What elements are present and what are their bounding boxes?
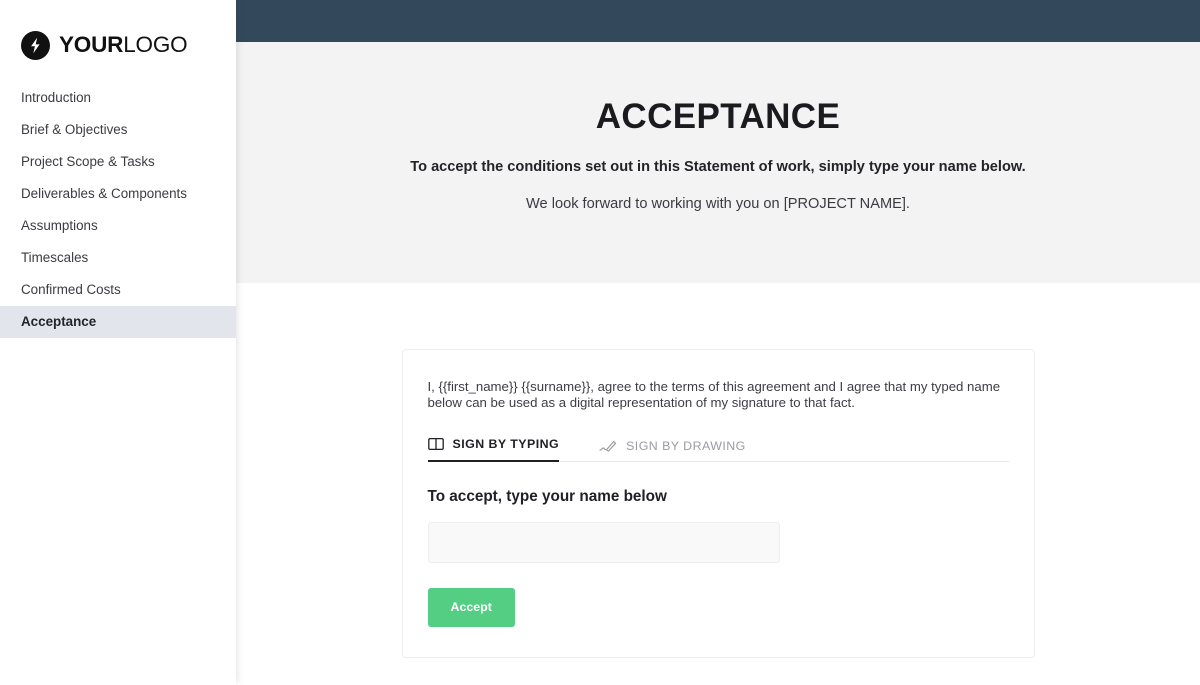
sidebar-item-timescales[interactable]: Timescales [0,242,236,274]
pen-signature-icon [599,439,617,453]
brand-logo[interactable]: YOURLOGO [0,0,236,64]
tab-sign-by-typing-label: SIGN BY TYPING [452,437,560,452]
signature-tabs: SIGN BY TYPING SIGN BY DRAWING [427,436,1009,463]
sidebar-item-introduction[interactable]: Introduction [0,82,236,114]
tab-sign-by-drawing[interactable]: SIGN BY DRAWING [599,439,746,462]
accept-button[interactable]: Accept [427,588,515,627]
document-subtitle-bold: To accept the conditions set out in this… [410,158,1026,175]
signature-card: I, {{first_name}} {{surname}}, agree to … [401,349,1035,658]
brand-logo-light: LOGO [123,32,188,58]
sidebar-item-assumptions[interactable]: Assumptions [0,210,236,242]
sidebar: YOURLOGO Introduction Brief & Objectives… [0,0,236,685]
keyboard-icon [427,437,444,451]
tab-sign-by-drawing-label: SIGN BY DRAWING [626,439,746,454]
tab-sign-by-typing[interactable]: SIGN BY TYPING [427,437,560,463]
sidebar-item-deliverables-components[interactable]: Deliverables & Components [0,178,236,210]
brand-logo-text: YOURLOGO [59,32,188,58]
document-subtitle-regular: We look forward to working with you on [… [526,195,910,212]
brand-logo-bold: YOUR [59,32,124,58]
main-content: ACCEPTANCE To accept the conditions set … [236,0,1200,685]
top-bar [236,0,1200,42]
sidebar-item-acceptance[interactable]: Acceptance [0,306,236,338]
consent-text: I, {{first_name}} {{surname}}, agree to … [427,379,1001,410]
sidebar-item-brief-objectives[interactable]: Brief & Objectives [0,114,236,146]
name-input[interactable] [427,522,780,564]
document-header: ACCEPTANCE To accept the conditions set … [236,42,1200,283]
sidebar-nav: Introduction Brief & Objectives Project … [0,82,236,338]
acceptance-page: YOURLOGO Introduction Brief & Objectives… [0,0,1200,685]
page-title: ACCEPTANCE [595,97,841,136]
sidebar-item-confirmed-costs[interactable]: Confirmed Costs [0,274,236,306]
sidebar-item-project-scope-tasks[interactable]: Project Scope & Tasks [0,146,236,178]
lightning-bolt-icon [21,31,50,60]
name-field-label: To accept, type your name below [427,488,667,506]
signature-card-container: I, {{first_name}} {{surname}}, agree to … [236,283,1200,658]
